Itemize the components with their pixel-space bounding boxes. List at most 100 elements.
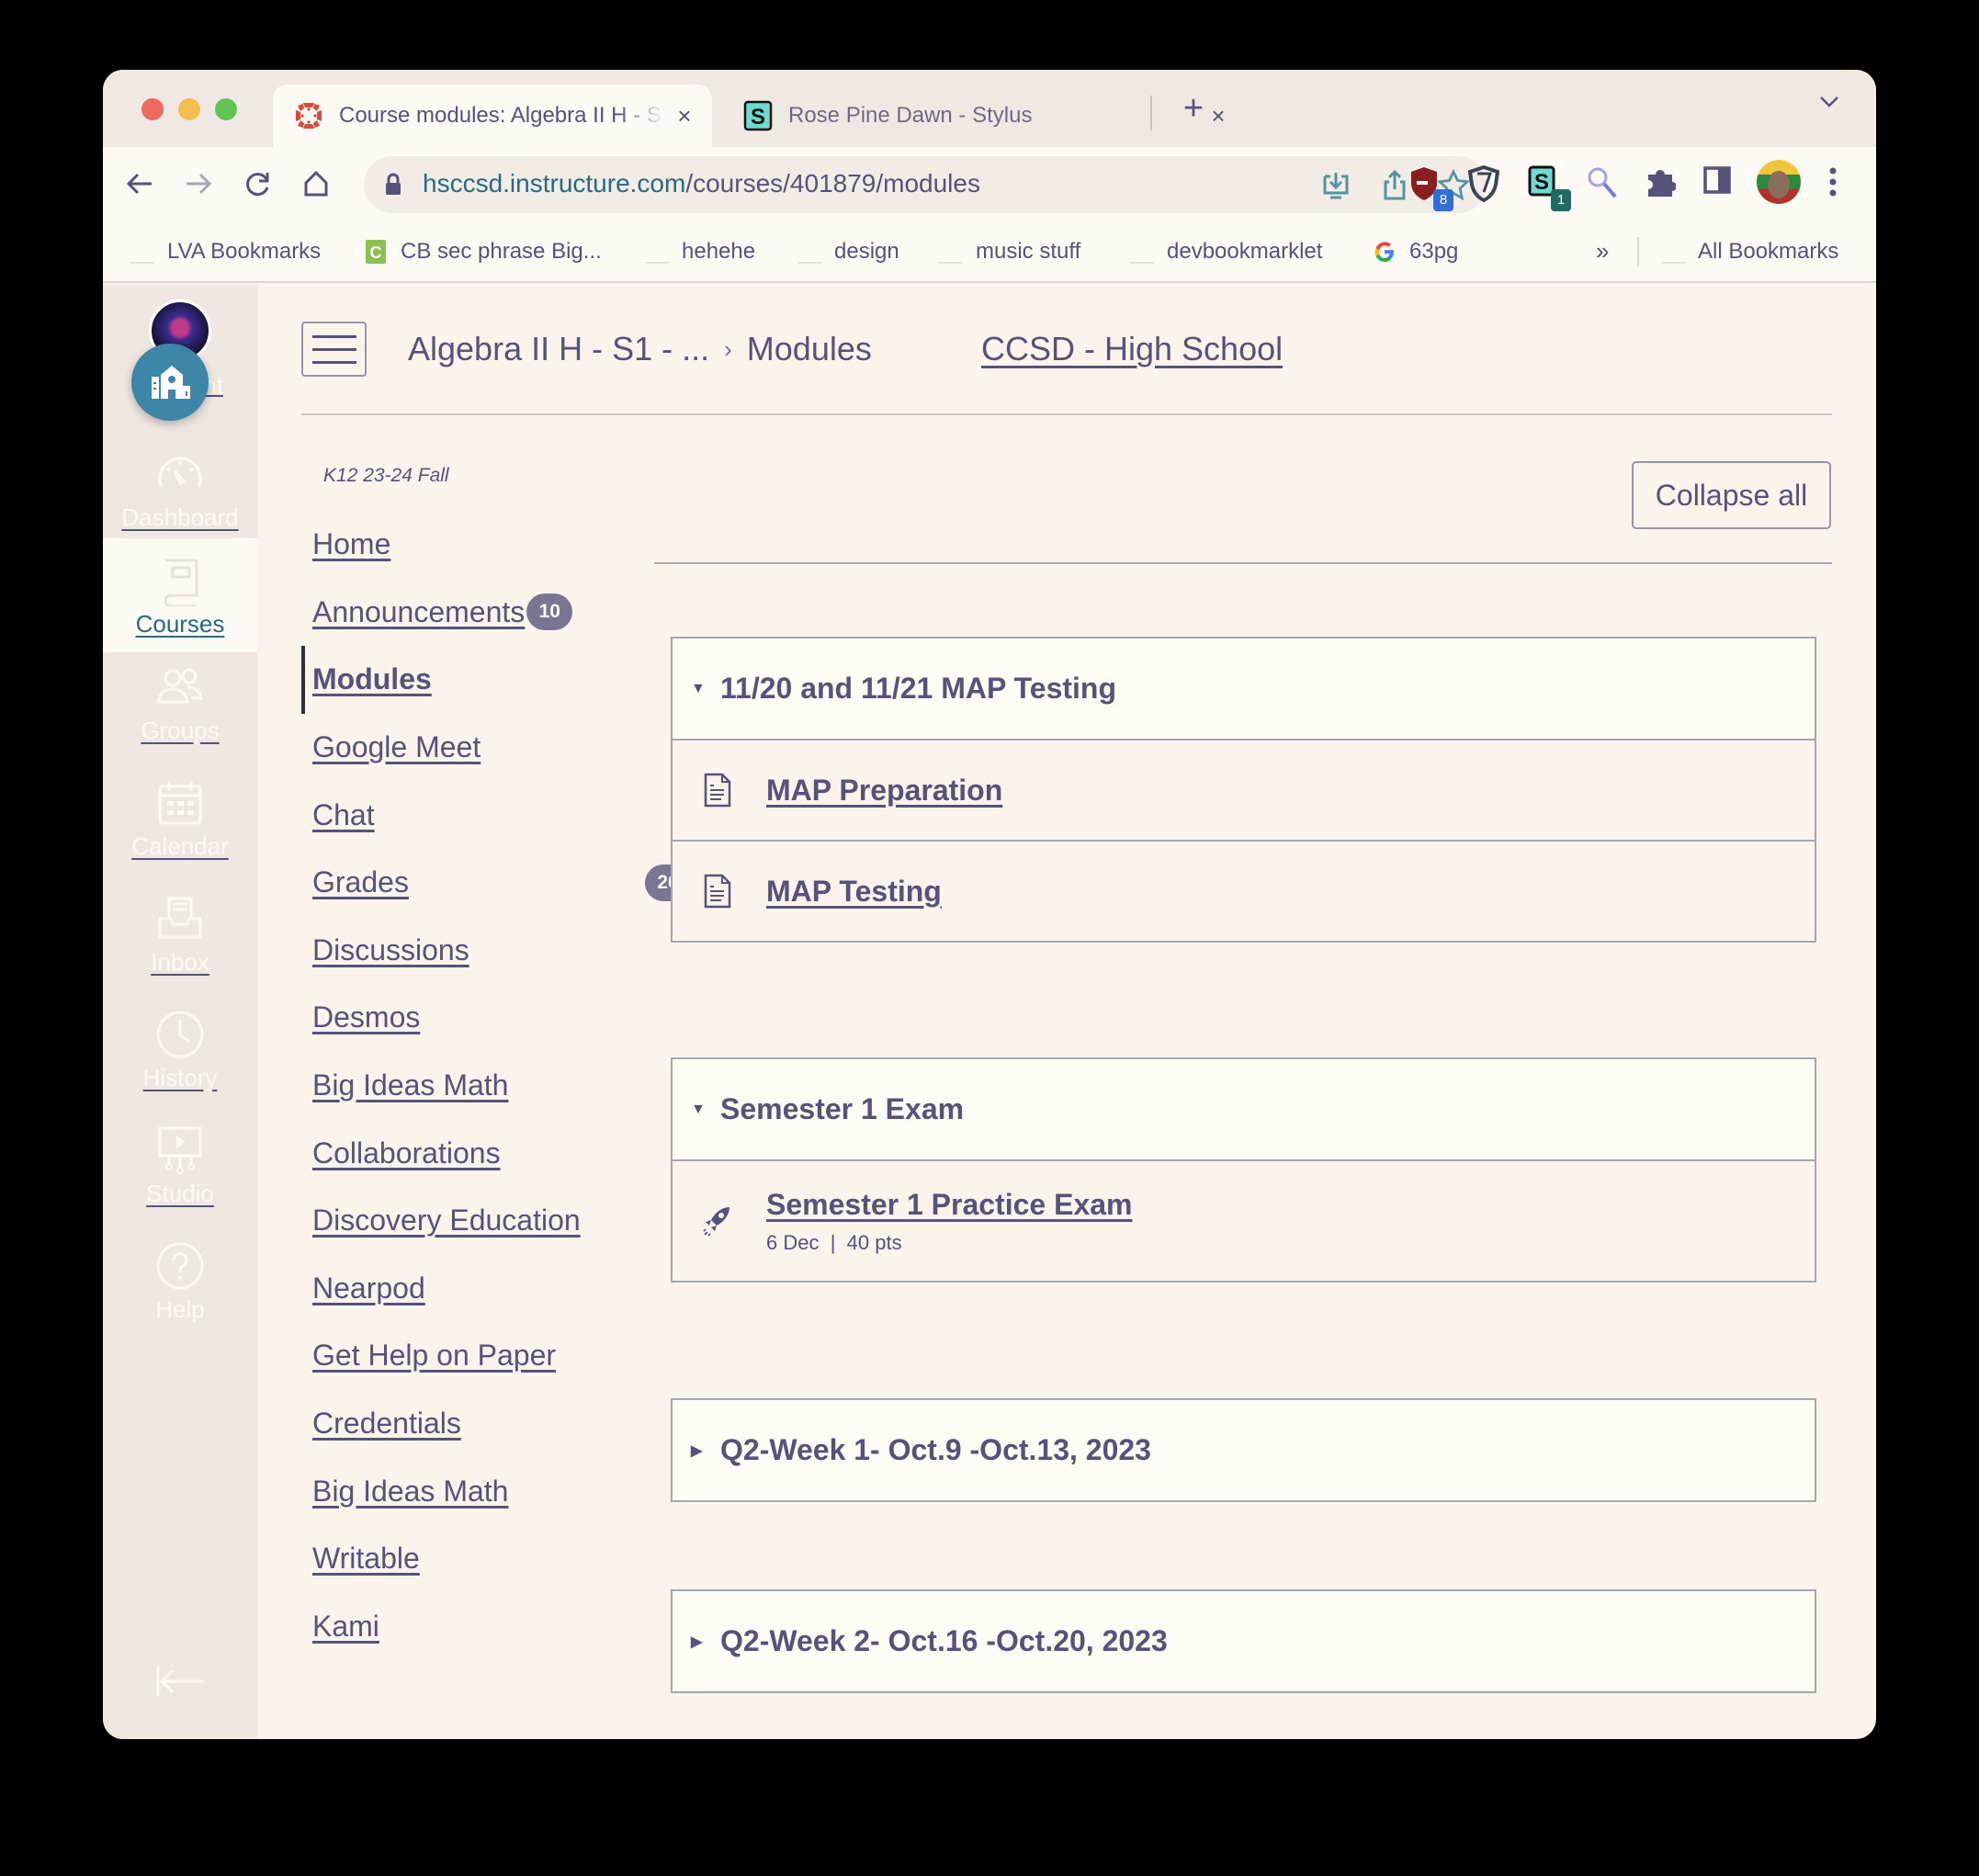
- course-nav-home[interactable]: Home: [301, 511, 614, 579]
- extensions-button[interactable]: [1645, 165, 1681, 202]
- bookmarks-overflow-button[interactable]: »: [1596, 237, 1609, 266]
- module-item-meta: 6 Dec | 40 pts: [766, 1230, 902, 1254]
- breadcrumb-course[interactable]: Algebra II H - S1 - ...: [408, 330, 709, 368]
- course-navigation: Home Announcements 10 Modules Google Meet…: [301, 511, 691, 1661]
- global-nav-help[interactable]: Help: [103, 1240, 257, 1350]
- module-item-title[interactable]: MAP Preparation: [766, 774, 1002, 808]
- bookmark-lva[interactable]: LVA Bookmarks: [130, 237, 321, 266]
- chevron-down-icon[interactable]: [1819, 96, 1839, 108]
- school-fab-button[interactable]: [131, 344, 209, 421]
- module-item[interactable]: MAP Preparation: [673, 739, 1815, 840]
- module-item[interactable]: MAP Testing: [673, 840, 1815, 941]
- course-nav-collaborations[interactable]: Collaborations: [301, 1119, 614, 1187]
- hamburger-line: [311, 347, 356, 351]
- all-bookmarks[interactable]: All Bookmarks: [1661, 237, 1838, 266]
- caret-down-icon[interactable]: ▼: [691, 1102, 720, 1118]
- course-nav-announcements[interactable]: Announcements 10: [301, 579, 614, 647]
- global-nav-courses[interactable]: Courses: [103, 538, 257, 652]
- folder-icon: [797, 240, 821, 264]
- course-nav-credentials[interactable]: Credentials: [301, 1390, 614, 1458]
- dashboard-icon: [158, 457, 202, 488]
- install-app-icon[interactable]: [1319, 169, 1352, 202]
- course-nav-discussions[interactable]: Discussions: [301, 917, 614, 985]
- caret-down-icon[interactable]: ▼: [691, 681, 720, 697]
- back-button[interactable]: [119, 164, 160, 204]
- module-title: Q2-Week 1- Oct.9 -Oct.13, 2023: [720, 1433, 1151, 1466]
- calendar-icon: [158, 781, 202, 825]
- bookmark-design[interactable]: design: [797, 237, 899, 266]
- page-icon: [704, 773, 731, 808]
- caret-right-icon[interactable]: ▶: [691, 1441, 720, 1460]
- share-icon[interactable]: [1378, 169, 1411, 202]
- breadcrumb-separator: ›: [724, 334, 732, 363]
- module-item-title[interactable]: Semester 1 Practice Exam: [766, 1188, 1132, 1221]
- tab-title: Course modules: Algebra II H - S1: [339, 103, 666, 128]
- module-item-body: Semester 1 Practice Exam 6 Dec | 40 pts: [766, 1188, 1132, 1255]
- home-button[interactable]: [296, 164, 336, 204]
- global-nav-groups[interactable]: Groups: [103, 661, 257, 772]
- new-tab-button[interactable]: +: [1173, 90, 1214, 130]
- tab-stylus[interactable]: S Rose Pine Dawn - Stylus ×: [728, 85, 1242, 147]
- course-nav-discovery-education[interactable]: Discovery Education: [301, 1187, 614, 1255]
- maximize-window-button[interactable]: [215, 98, 237, 120]
- side-panel-button[interactable]: [1703, 165, 1740, 202]
- stylus-icon: S: [743, 100, 773, 131]
- module-header[interactable]: ▶ Q2-Week 1- Oct.9 -Oct.13, 2023: [673, 1400, 1815, 1500]
- bookmark-hehehe[interactable]: hehehe: [645, 237, 755, 266]
- bookmark-cb[interactable]: C CB sec phrase Big...: [364, 237, 602, 266]
- course-nav-get-help-on-paper[interactable]: Get Help on Paper: [301, 1322, 614, 1390]
- course-nav-writable[interactable]: Writable: [301, 1525, 614, 1593]
- address-bar[interactable]: hsccsd.instructure.com/courses/401879/mo…: [364, 156, 1487, 213]
- stylus-extension-button[interactable]: S 1: [1527, 165, 1571, 211]
- kebab-menu-icon: [1829, 167, 1837, 197]
- module-header[interactable]: ▼ Semester 1 Exam: [673, 1059, 1815, 1159]
- bookmark-63pg[interactable]: 63pg: [1373, 237, 1458, 266]
- reload-icon: [246, 173, 269, 197]
- module-item-title[interactable]: MAP Testing: [766, 875, 942, 909]
- browser-menu-button[interactable]: [1828, 165, 1865, 202]
- course-nav-grades[interactable]: Grades 20: [301, 849, 691, 917]
- shield-extension-button[interactable]: 8: [1409, 165, 1453, 211]
- course-nav-desmos[interactable]: Desmos: [301, 984, 614, 1052]
- close-window-button[interactable]: [141, 98, 164, 120]
- global-nav-dashboard[interactable]: Dashboard: [103, 432, 257, 538]
- reload-button[interactable]: [237, 164, 277, 204]
- course-nav-google-meet[interactable]: Google Meet: [301, 714, 614, 782]
- svg-text:S: S: [751, 105, 765, 130]
- course-nav-nearpod[interactable]: Nearpod: [301, 1255, 614, 1323]
- course-nav-kami[interactable]: Kami: [301, 1593, 614, 1661]
- forward-button[interactable]: [178, 164, 219, 204]
- collapse-nav-icon[interactable]: [154, 1663, 206, 1700]
- global-nav-calendar[interactable]: Calendar: [103, 777, 257, 887]
- vpn-extension-button[interactable]: [1467, 164, 1505, 203]
- folder-icon: [130, 240, 154, 264]
- module-map-testing: ▼ 11/20 and 11/21 MAP Testing MAP Prepar…: [671, 637, 1816, 943]
- caret-right-icon[interactable]: ▶: [691, 1633, 720, 1651]
- profile-avatar[interactable]: [1757, 160, 1801, 204]
- global-nav-history[interactable]: History: [103, 1009, 257, 1119]
- module-item[interactable]: Semester 1 Practice Exam 6 Dec | 40 pts: [673, 1159, 1815, 1281]
- bookmark-devbookmarklet[interactable]: devbookmarklet: [1130, 237, 1322, 266]
- global-nav-inbox[interactable]: Inbox: [103, 893, 257, 1003]
- url-text[interactable]: hsccsd.instructure.com/courses/401879/mo…: [423, 169, 980, 198]
- tab-course-modules[interactable]: Course modules: Algebra II H - S1 ×: [273, 85, 712, 147]
- collapse-all-button[interactable]: Collapse all: [1632, 461, 1831, 529]
- course-nav-modules[interactable]: Modules: [301, 646, 614, 714]
- module-header[interactable]: ▶ Q2-Week 2- Oct.16 -Oct.20, 2023: [673, 1591, 1815, 1691]
- course-nav-big-ideas-math-2[interactable]: Big Ideas Math: [301, 1457, 614, 1525]
- breadcrumb: Algebra II H - S1 - ... › Modules: [408, 330, 872, 368]
- courses-icon: [164, 559, 198, 606]
- module-header[interactable]: ▼ 11/20 and 11/21 MAP Testing: [673, 639, 1815, 739]
- course-nav-chat[interactable]: Chat: [301, 781, 614, 849]
- course-nav-big-ideas-math[interactable]: Big Ideas Math: [301, 1052, 614, 1120]
- header-divider: [301, 413, 1832, 415]
- browser-toolbar: hsccsd.instructure.com/courses/401879/mo…: [103, 147, 1876, 220]
- bookmark-music-stuff[interactable]: music stuff: [939, 237, 1080, 266]
- school-link[interactable]: CCSD - High School: [981, 330, 1283, 368]
- global-nav-studio[interactable]: Studio: [103, 1124, 257, 1235]
- close-tab-icon[interactable]: ×: [666, 102, 703, 130]
- breadcrumb-page: Modules: [746, 330, 872, 367]
- minimize-window-button[interactable]: [178, 98, 200, 120]
- search-extension-button[interactable]: [1586, 165, 1623, 202]
- course-menu-toggle[interactable]: [301, 322, 367, 377]
